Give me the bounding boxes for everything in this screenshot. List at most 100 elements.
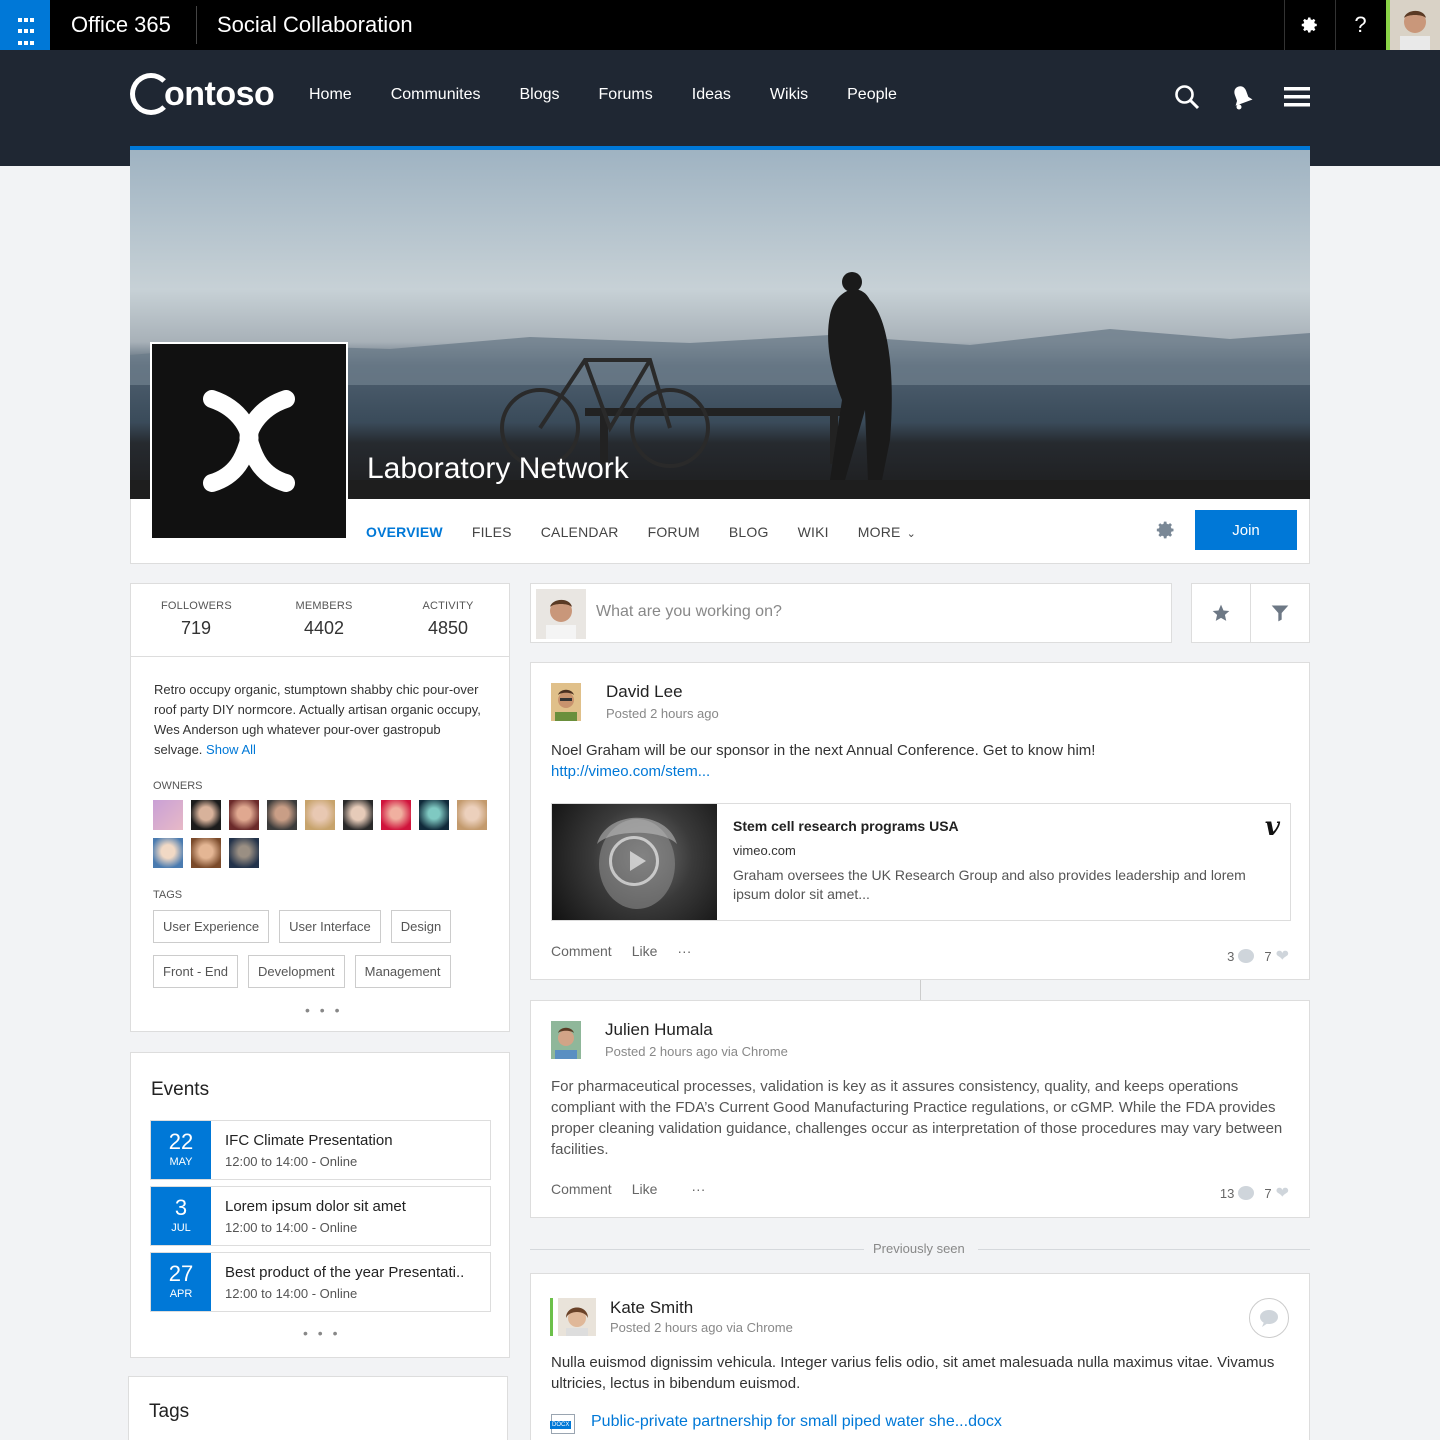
contoso-logo[interactable]: ontoso	[130, 68, 275, 120]
reply-button[interactable]	[1249, 1298, 1289, 1338]
nav-home[interactable]: Home	[309, 86, 352, 104]
comment-button[interactable]: Comment	[551, 943, 612, 959]
feed-post: David Lee Posted 2 hours ago Noel Graham…	[530, 662, 1310, 980]
play-icon[interactable]	[609, 836, 659, 886]
nav-wikis[interactable]: Wikis	[770, 86, 808, 104]
nav-forums[interactable]: Forums	[599, 86, 653, 104]
owner-avatar[interactable]	[191, 838, 221, 868]
tags-card-heading: Tags	[149, 1401, 190, 1422]
owners-list	[153, 800, 493, 868]
owner-avatar[interactable]	[343, 800, 373, 830]
help-button[interactable]: ?	[1335, 0, 1385, 50]
previously-seen-label: Previously seen	[873, 1241, 965, 1256]
link-preview[interactable]: Stem cell research programs USA vimeo.co…	[551, 803, 1291, 921]
owner-avatar[interactable]	[267, 800, 297, 830]
owner-avatar[interactable]	[419, 800, 449, 830]
event-time: 12:00 to 14:00 - Online	[225, 1154, 358, 1169]
tab-overview[interactable]: OVERVIEW	[366, 524, 443, 540]
comment-button[interactable]: Comment	[551, 1181, 612, 1197]
stat-label: MEMBERS	[295, 600, 353, 612]
like-button[interactable]: Like	[632, 943, 658, 959]
post-author-avatar[interactable]	[551, 1021, 581, 1059]
post-author-name[interactable]: Kate Smith	[610, 1298, 693, 1318]
stat-value: 4402	[303, 618, 345, 638]
tab-files[interactable]: FILES	[472, 524, 512, 540]
owner-avatar[interactable]	[457, 800, 487, 830]
event-month: MAY	[169, 1156, 193, 1168]
tag-chip[interactable]: User Interface	[279, 910, 381, 943]
event-title: Lorem ipsum dolor sit amet	[225, 1198, 406, 1215]
like-button[interactable]: Like	[632, 1181, 658, 1197]
divider-line	[978, 1249, 1310, 1250]
search-icon[interactable]	[1174, 84, 1200, 115]
attachment-link[interactable]: Public-private partnership for small pip…	[591, 1413, 1002, 1431]
event-item[interactable]: 22 MAY IFC Climate Presentation 12:00 to…	[150, 1120, 491, 1180]
comment-count[interactable]: 13	[1220, 1186, 1234, 1201]
post-link[interactable]: http://vimeo.com/stem...	[551, 761, 1291, 782]
chat-bubble-icon	[1260, 1310, 1278, 1327]
stat-followers[interactable]: FOLLOWERS 719	[161, 600, 232, 639]
post-author-name[interactable]: David Lee	[606, 682, 683, 702]
filter-icon	[1271, 605, 1289, 622]
feed-post: Kate Smith Posted 2 hours ago via Chrome…	[530, 1273, 1310, 1440]
tag-chip[interactable]: Design	[390, 910, 452, 943]
owner-avatar[interactable]	[153, 800, 183, 830]
tag-chip[interactable]: User Experience	[153, 910, 270, 943]
chevron-down-icon: ⌄	[906, 528, 916, 540]
event-date-badge: 22 MAY	[151, 1121, 211, 1179]
stat-activity[interactable]: ACTIVITY 4850	[413, 600, 483, 639]
event-time: 12:00 to 14:00 - Online	[225, 1220, 358, 1235]
settings-button[interactable]	[1284, 0, 1334, 50]
group-settings-gear-icon[interactable]	[1156, 520, 1176, 546]
user-avatar[interactable]	[1386, 0, 1440, 50]
owner-avatar[interactable]	[305, 800, 335, 830]
nav-ideas[interactable]: Ideas	[692, 86, 731, 104]
event-date-badge: 27 APR	[151, 1253, 211, 1311]
event-item[interactable]: 3 JUL Lorem ipsum dolor sit amet 12:00 t…	[150, 1186, 491, 1246]
tag-chip[interactable]: Development	[248, 955, 345, 988]
suite-divider	[196, 6, 197, 44]
more-options-icon[interactable]: ···	[691, 1181, 705, 1197]
more-tags-icon[interactable]: • • •	[305, 1002, 342, 1018]
app-launcher-icon[interactable]	[0, 0, 50, 50]
stat-members[interactable]: MEMBERS 4402	[289, 600, 359, 639]
nav-communities[interactable]: Communites	[391, 86, 481, 104]
owner-avatar[interactable]	[153, 838, 183, 868]
post-meta: Posted 2 hours ago via Chrome	[610, 1320, 793, 1335]
notification-bell-icon[interactable]	[1230, 84, 1254, 115]
nav-people[interactable]: People	[847, 86, 897, 104]
tab-more[interactable]: MORE ⌄	[858, 524, 945, 540]
tab-forum[interactable]: FORUM	[648, 524, 700, 540]
post-author-name[interactable]: Julien Humala	[605, 1020, 713, 1040]
owner-avatar[interactable]	[381, 800, 411, 830]
event-item[interactable]: 27 APR Best product of the year Presenta…	[150, 1252, 491, 1312]
filter-button[interactable]	[1250, 583, 1310, 643]
more-events-icon[interactable]: • • •	[303, 1325, 340, 1341]
like-count[interactable]: 7	[1264, 949, 1271, 964]
post-composer[interactable]: What are you working on?	[530, 583, 1172, 643]
post-author-avatar[interactable]	[551, 683, 581, 721]
post-author-avatar[interactable]	[558, 1298, 596, 1336]
suite-app-name[interactable]: Social Collaboration	[217, 12, 413, 38]
nav-blogs[interactable]: Blogs	[520, 86, 560, 104]
tab-blog[interactable]: BLOG	[729, 524, 769, 540]
join-button[interactable]: Join	[1195, 510, 1297, 550]
more-options-icon[interactable]: ···	[677, 943, 691, 959]
show-all-link[interactable]: Show All	[206, 742, 256, 757]
hamburger-menu-icon[interactable]	[1284, 84, 1310, 115]
suite-title[interactable]: Office 365	[71, 12, 171, 38]
tab-wiki[interactable]: WIKI	[798, 524, 829, 540]
like-count[interactable]: 7	[1264, 1186, 1271, 1201]
group-title: Laboratory Network	[367, 452, 629, 485]
owner-avatar[interactable]	[229, 800, 259, 830]
owner-avatar[interactable]	[191, 800, 221, 830]
owner-avatar[interactable]	[229, 838, 259, 868]
tag-chip[interactable]: Management	[354, 955, 451, 988]
favorite-button[interactable]	[1191, 583, 1251, 643]
tab-calendar[interactable]: CALENDAR	[541, 524, 619, 540]
tab-more-label: MORE	[857, 524, 901, 540]
video-thumbnail	[552, 804, 717, 920]
comment-count[interactable]: 3	[1227, 949, 1234, 964]
event-month: APR	[169, 1288, 193, 1300]
tag-chip[interactable]: Front - End	[153, 955, 239, 988]
